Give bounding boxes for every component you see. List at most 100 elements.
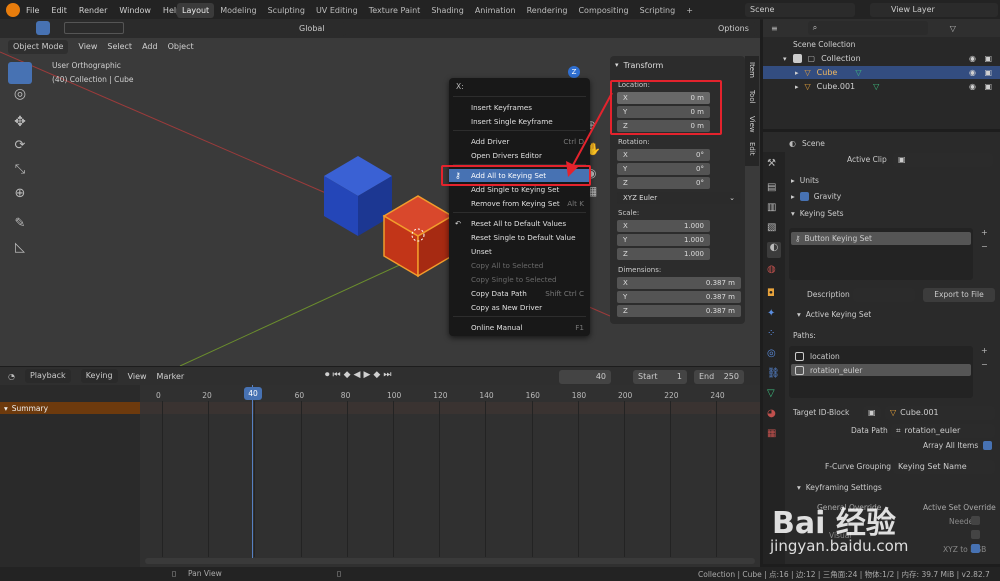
keying-set-item[interactable]: ⚷ Button Keying Set: [791, 232, 971, 245]
jump-end-icon[interactable]: ⏭: [383, 370, 391, 380]
eye-icon[interactable]: ◉: [969, 54, 976, 63]
outliner-item-cube[interactable]: ▸ ▽ Cube ▽ ◉ ▣: [763, 66, 1000, 79]
menu-copy-data-path[interactable]: Copy Data Path Shift Ctrl C: [449, 287, 590, 300]
playback-menu[interactable]: Playback: [24, 369, 71, 383]
filter-icon[interactable]: ▽: [950, 24, 956, 33]
keying-menu[interactable]: Keying: [80, 369, 118, 383]
path-checkbox[interactable]: [795, 365, 804, 375]
active-clip-field[interactable]: ▣: [893, 153, 993, 167]
menu-object[interactable]: Object: [168, 42, 194, 51]
tab-uv-editing[interactable]: UV Editing: [311, 3, 363, 18]
marker-menu[interactable]: Marker: [157, 372, 185, 381]
tab-view[interactable]: View: [748, 116, 756, 133]
collection-checkbox[interactable]: [792, 54, 802, 63]
add-keying-set-icon[interactable]: +: [981, 228, 988, 237]
options-dropdown[interactable]: Options: [713, 22, 757, 36]
path-item-rotation[interactable]: rotation_euler: [791, 364, 971, 376]
menu-add[interactable]: Add: [142, 42, 158, 51]
jump-start-icon[interactable]: ⏮: [333, 370, 341, 380]
menu-file[interactable]: File: [26, 6, 39, 15]
dimensions-y-field[interactable]: Y 0.387 m: [617, 291, 741, 303]
material-tab-icon[interactable]: ◕: [767, 408, 776, 419]
xyz-rgb-checkbox[interactable]: [971, 544, 980, 553]
add-workspace-icon[interactable]: +: [681, 3, 698, 18]
gravity-panel[interactable]: ▸ Gravity: [791, 192, 841, 201]
object-mode-dropdown[interactable]: Object Mode: [8, 39, 69, 54]
view-layer-tab-icon[interactable]: ▧: [767, 222, 776, 233]
eye-icon[interactable]: ◉: [969, 82, 976, 91]
orientation-dropdown[interactable]: Global: [294, 22, 346, 36]
menu-render[interactable]: Render: [79, 6, 107, 15]
camera-visibility-icon[interactable]: ▣: [984, 68, 992, 77]
object-tab-icon[interactable]: ◘: [767, 288, 775, 299]
tab-layout[interactable]: Layout: [177, 3, 215, 18]
dopesheet-area[interactable]: [140, 385, 760, 581]
menu-unset[interactable]: Unset: [449, 245, 590, 258]
summary-channel[interactable]: ▾ Summary: [0, 402, 140, 414]
annotate-icon[interactable]: ✎: [8, 216, 32, 238]
next-key-icon[interactable]: ◆: [373, 370, 380, 380]
tab-modeling[interactable]: Modeling: [215, 3, 261, 18]
tab-compositing[interactable]: Compositing: [573, 3, 633, 18]
rotate-icon[interactable]: ⟳: [8, 138, 32, 160]
move-icon[interactable]: ✥: [8, 114, 32, 136]
visual-checkbox[interactable]: [971, 530, 980, 539]
remove-keying-set-icon[interactable]: −: [981, 242, 988, 251]
outliner-item-cube001[interactable]: ▸ ▽ Cube.001 ▽ ◉ ▣: [763, 80, 1000, 93]
output-tab-icon[interactable]: ▥: [767, 202, 776, 213]
data-tab-icon[interactable]: ▽: [767, 388, 775, 399]
tab-animation[interactable]: Animation: [470, 3, 521, 18]
render-tab-icon[interactable]: ▤: [767, 182, 776, 193]
play-reverse-icon[interactable]: ◀: [354, 370, 361, 380]
menu-view[interactable]: View: [78, 42, 97, 51]
menu-window[interactable]: Window: [119, 6, 151, 15]
end-frame-field[interactable]: End 250: [694, 370, 744, 384]
timeline-view-menu[interactable]: View: [128, 372, 147, 381]
gravity-checkbox[interactable]: [799, 192, 809, 201]
active-keying-set-panel[interactable]: ▾ Active Keying Set: [797, 310, 871, 319]
add-path-icon[interactable]: +: [981, 346, 988, 355]
fcurve-grouping-dropdown[interactable]: Keying Set Name: [893, 460, 995, 474]
texture-tab-icon[interactable]: ▦: [767, 428, 776, 439]
tab-texture-paint[interactable]: Texture Paint: [364, 3, 426, 18]
clock-icon[interactable]: ◔: [8, 372, 15, 381]
rotation-y-field[interactable]: Y 0°: [617, 163, 710, 175]
menu-remove-keying-set[interactable]: Remove from Keying Set Alt K: [449, 197, 590, 210]
menu-reset-all-defaults[interactable]: ↶ Reset All to Default Values: [449, 217, 590, 230]
playhead-frame[interactable]: 40: [244, 387, 262, 400]
target-id-field[interactable]: ▽ Cube.001: [885, 406, 995, 420]
dimensions-x-field[interactable]: X 0.387 m: [617, 277, 741, 289]
cursor-icon[interactable]: ◎: [8, 86, 32, 108]
tab-shading[interactable]: Shading: [426, 3, 469, 18]
dimensions-z-field[interactable]: Z 0.387 m: [617, 305, 741, 317]
tab-edit[interactable]: Edit: [748, 142, 756, 156]
scene-selector[interactable]: Scene: [745, 3, 855, 17]
menu-select[interactable]: Select: [107, 42, 132, 51]
tab-tool[interactable]: Tool: [748, 90, 756, 104]
export-to-file-button[interactable]: Export to File: [923, 288, 995, 302]
rotation-mode-dropdown[interactable]: XYZ Euler ⌄: [617, 192, 741, 204]
constraints-tab-icon[interactable]: ⛓: [767, 368, 780, 379]
transform-icon[interactable]: ⊕: [8, 186, 32, 208]
outliner-search-input[interactable]: ⌕: [807, 21, 928, 35]
record-icon[interactable]: ⏺: [325, 370, 330, 380]
tab-scripting[interactable]: Scripting: [635, 3, 681, 18]
array-all-checkbox[interactable]: [983, 441, 993, 450]
target-id-type[interactable]: ▣: [863, 406, 881, 420]
path-item-location[interactable]: location: [791, 350, 971, 362]
measure-icon[interactable]: ◺: [8, 240, 32, 262]
menu-copy-as-new-driver[interactable]: Copy as New Driver: [449, 301, 590, 314]
tab-item[interactable]: Item: [748, 62, 756, 78]
menu-edit[interactable]: Edit: [51, 6, 67, 15]
data-path-field[interactable]: ⌗ rotation_euler: [891, 424, 995, 438]
scale-y-field[interactable]: Y 1.000: [617, 234, 710, 246]
scale-x-field[interactable]: X 1.000: [617, 220, 710, 232]
scale-icon[interactable]: ⤡: [8, 162, 32, 184]
keyframing-settings-panel[interactable]: ▾ Keyframing Settings: [797, 483, 882, 492]
tool-tab-icon[interactable]: ⚒: [767, 158, 776, 169]
array-all-items[interactable]: Array All Items: [923, 441, 993, 450]
start-frame-field[interactable]: Start 1: [633, 370, 687, 384]
outliner-collection-row[interactable]: ▾ ▢ Collection ◉ ▣: [763, 52, 1000, 65]
remove-path-icon[interactable]: −: [981, 360, 988, 369]
world-tab-icon[interactable]: ◍: [767, 264, 776, 275]
